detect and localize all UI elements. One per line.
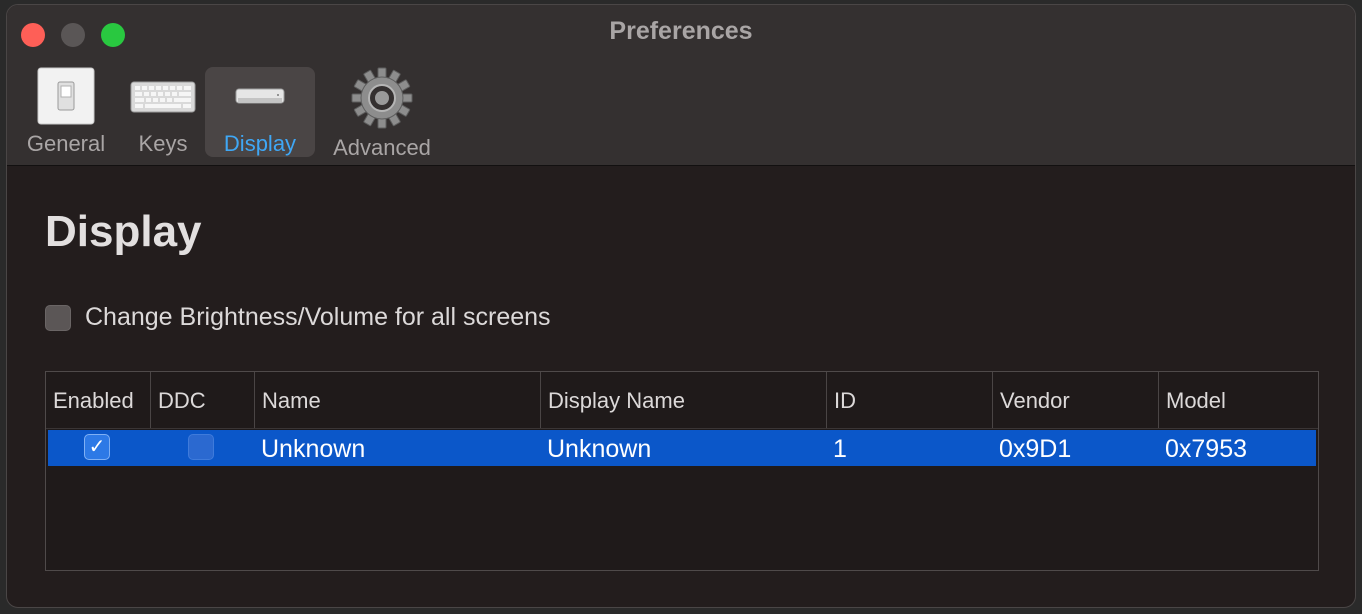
cell-vendor: 0x9D1 — [999, 435, 1072, 463]
tab-advanced[interactable]: Advanced — [325, 67, 439, 160]
column-header-name[interactable]: Name — [254, 372, 540, 428]
column-header-ddc[interactable]: DDC — [150, 372, 254, 428]
cell-model: 0x7953 — [1165, 435, 1248, 463]
light-switch-icon — [37, 67, 95, 125]
table-header: Enabled DDC Name Display Name ID Vendor … — [46, 372, 1318, 429]
column-header-display-name[interactable]: Display Name — [540, 372, 826, 428]
gear-icon — [351, 67, 413, 129]
tab-keys[interactable]: Keys — [121, 67, 205, 157]
enabled-checkbox[interactable]: ✓ — [84, 434, 110, 460]
tab-display[interactable]: Display — [205, 67, 315, 157]
keyboard-icon — [130, 81, 196, 113]
page-title: Display — [45, 207, 202, 256]
cell-name: Unknown — [261, 435, 366, 463]
tab-display-label: Display — [223, 131, 297, 156]
column-header-vendor[interactable]: Vendor — [992, 372, 1158, 428]
ddc-checkbox[interactable] — [188, 434, 214, 460]
column-header-id[interactable]: ID — [826, 372, 992, 428]
tab-advanced-label: Advanced — [333, 135, 431, 160]
column-header-enabled[interactable]: Enabled — [46, 372, 146, 428]
change-all-screens-option[interactable]: Change Brightness/Volume for all screens — [45, 303, 551, 332]
change-all-screens-label: Change Brightness/Volume for all screens — [85, 303, 551, 331]
cell-id: 1 — [833, 435, 847, 463]
tab-keys-label: Keys — [138, 131, 188, 156]
cell-display-name: Unknown — [547, 435, 652, 463]
preferences-window: Preferences General Keys Display Advance… — [6, 4, 1356, 608]
table-row[interactable]: ✓ Unknown Unknown 1 0x9D1 0x7953 — [48, 430, 1316, 466]
toolbar: Preferences General Keys Display Advance… — [7, 5, 1355, 166]
tab-general-label: General — [26, 131, 106, 156]
window-title: Preferences — [609, 17, 753, 45]
mac-mini-icon — [235, 88, 285, 104]
tab-general[interactable]: General — [17, 67, 115, 157]
change-all-screens-checkbox[interactable] — [45, 304, 71, 331]
column-header-model[interactable]: Model — [1158, 372, 1318, 428]
displays-table: Enabled DDC Name Display Name ID Vendor … — [45, 371, 1319, 571]
